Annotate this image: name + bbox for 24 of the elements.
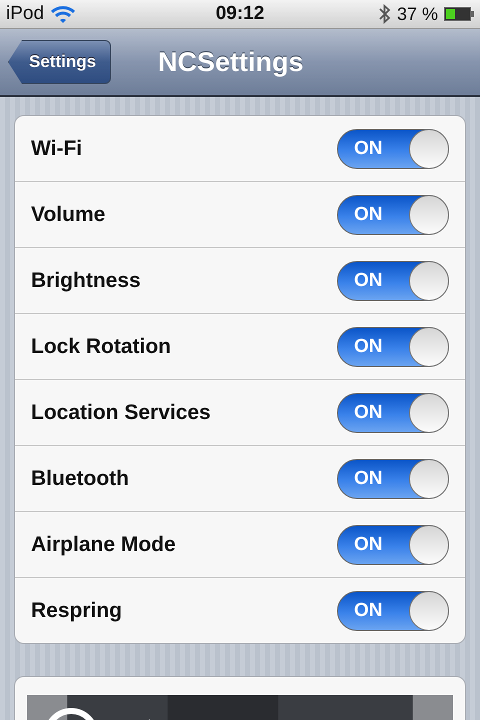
battery-percent: 37 % [396, 4, 438, 24]
clock-time: 09:12 [214, 3, 266, 25]
bluetooth-icon [378, 4, 391, 24]
toggle-switch[interactable]: ON [337, 194, 449, 234]
setting-label: Bluetooth [31, 466, 129, 490]
setting-label: Respring [31, 598, 122, 622]
setting-label: Brightness [31, 268, 141, 292]
battery-icon [444, 7, 474, 21]
setting-label: Lock Rotation [31, 334, 171, 358]
setting-label: Wi-Fi [31, 136, 82, 160]
toggle-switch[interactable]: ON [337, 128, 449, 168]
toggle-switch[interactable]: ON [337, 392, 449, 432]
page-title: NCSettings [158, 46, 304, 78]
toggle-switch[interactable]: ON [337, 326, 449, 366]
back-button[interactable]: Settings [8, 40, 112, 84]
toggle-switch[interactable]: ON [337, 524, 449, 564]
toggle-switch[interactable]: ON [337, 458, 449, 498]
wifi-icon [50, 5, 76, 23]
setting-label: Location Services [31, 400, 211, 424]
carrier-name: iPod [6, 3, 44, 25]
setting-label: Airplane Mode [31, 532, 176, 556]
toggle-switch[interactable]: ON [337, 590, 449, 630]
toggle-switch[interactable]: ON [337, 260, 449, 300]
setting-label: Volume [31, 202, 106, 226]
